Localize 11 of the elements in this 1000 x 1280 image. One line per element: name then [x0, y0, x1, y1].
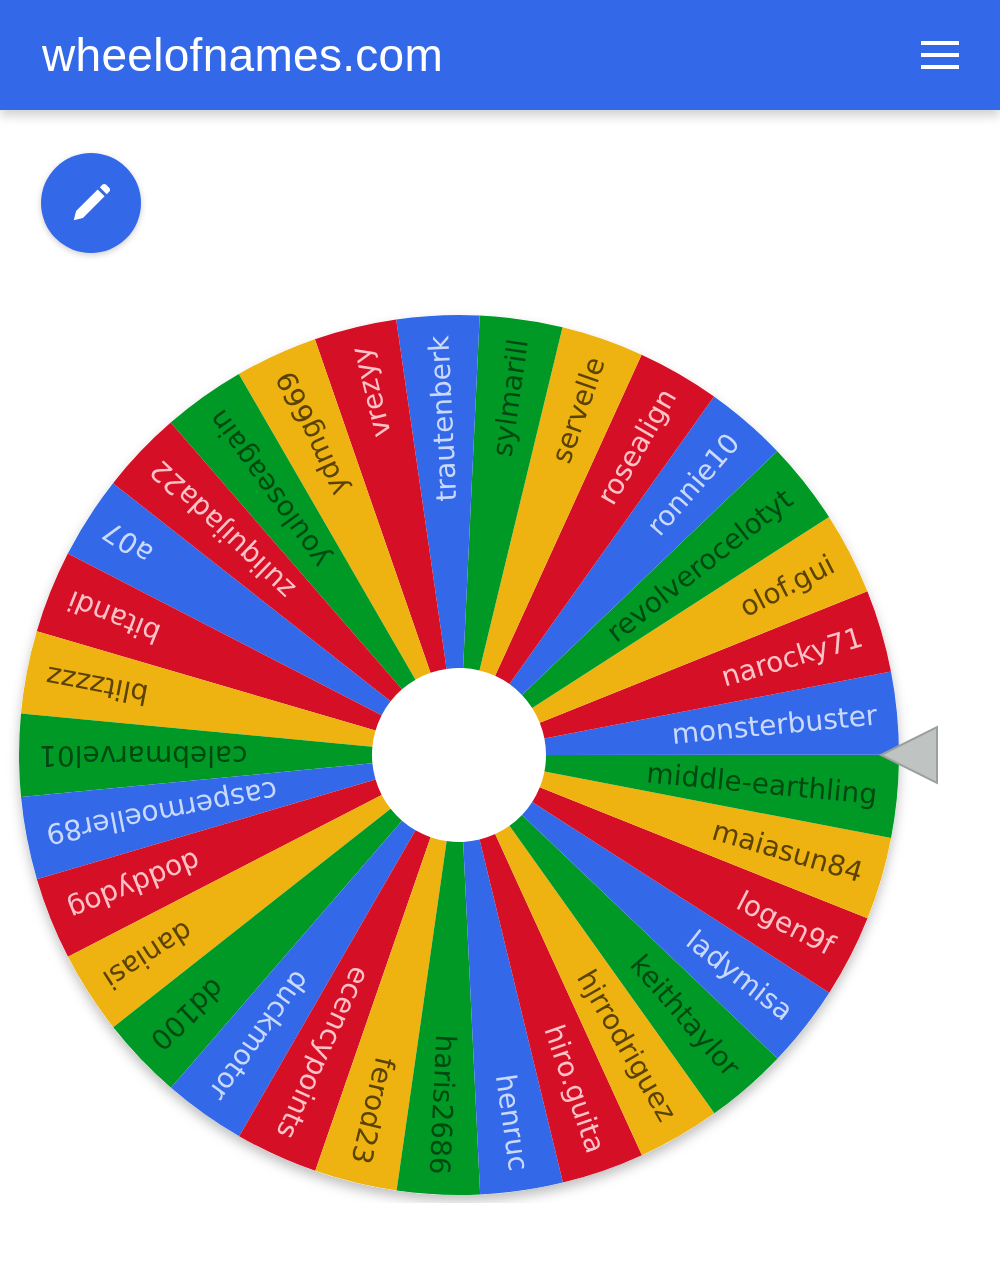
wheel-name: calebmarvel01	[39, 738, 248, 772]
wheel-name: middle-earthling	[645, 756, 879, 812]
wheel-name: a07	[96, 514, 159, 571]
wheel-name: haris2686	[422, 1033, 463, 1176]
wheel-name: monsterbuster	[670, 698, 879, 751]
wheel-name: blitzzzz	[43, 659, 151, 712]
wheel-name: sylmarill	[485, 336, 535, 459]
site-title[interactable]: wheelofnames.com	[42, 28, 444, 82]
wheel-name: vrezyy	[343, 343, 398, 441]
wheel-name: henruc	[488, 1071, 536, 1174]
wheel-name: trautenberk	[422, 334, 464, 503]
